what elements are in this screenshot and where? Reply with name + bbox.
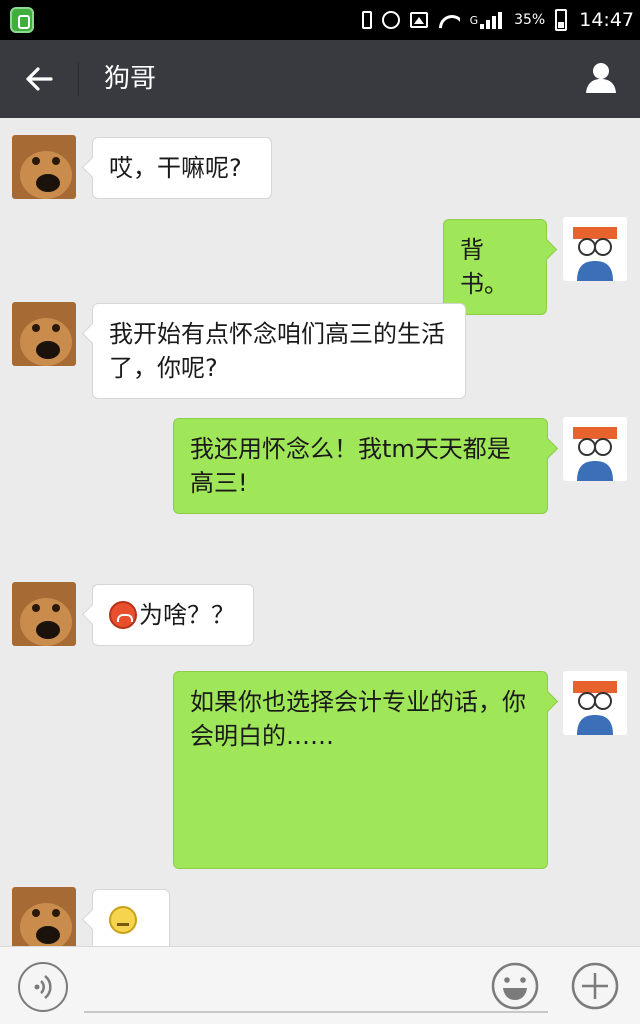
input-bar xyxy=(0,946,640,1024)
status-bar: G 35% 14:47 xyxy=(0,0,640,40)
chat-header: 狗哥 xyxy=(0,40,640,118)
image-icon xyxy=(409,12,428,28)
status-icons: G 35% 14:47 xyxy=(361,0,634,40)
app-shield-icon xyxy=(10,7,34,33)
back-button[interactable] xyxy=(0,40,78,118)
incoming-message[interactable]: 我开始有点怀念咱们高三的生活了，你呢? xyxy=(92,303,466,399)
vibrate-icon xyxy=(361,11,372,29)
contact-avatar[interactable] xyxy=(12,135,76,199)
contact-avatar[interactable] xyxy=(12,302,76,366)
message-text: 为啥？？ xyxy=(139,601,235,629)
header-divider xyxy=(78,62,79,96)
chat-title: 狗哥 xyxy=(104,64,157,94)
smiley-icon xyxy=(491,962,539,1010)
clock: 14:47 xyxy=(579,9,634,31)
contact-avatar[interactable] xyxy=(12,887,76,946)
outgoing-message[interactable]: 背书。 xyxy=(443,219,547,315)
message-list[interactable]: 哎，干嘛呢? 背书。 我开始有点怀念咱们高三的生活了，你呢? 我还用怀念么！我t… xyxy=(0,118,640,946)
sweat-face-icon xyxy=(109,906,137,934)
voice-button[interactable] xyxy=(18,962,68,1012)
voice-icon xyxy=(34,975,52,999)
user-avatar[interactable] xyxy=(563,217,627,281)
more-button[interactable] xyxy=(570,961,620,1011)
incoming-message[interactable]: 为啥？？ xyxy=(92,584,254,646)
user-avatar[interactable] xyxy=(563,417,627,481)
emoji-button[interactable] xyxy=(490,961,540,1011)
alarm-icon xyxy=(381,11,400,29)
person-icon xyxy=(586,63,616,93)
user-avatar[interactable] xyxy=(563,671,627,735)
profile-button[interactable] xyxy=(562,40,640,118)
incoming-message[interactable]: ... xyxy=(92,889,170,946)
network-label: G xyxy=(469,13,479,27)
outgoing-message[interactable]: 我还用怀念么！我tm天天都是高三! xyxy=(173,418,548,514)
outgoing-message[interactable]: 如果你也选择会计专业的话，你会明白的…… xyxy=(173,671,548,869)
incoming-message[interactable]: 哎，干嘛呢? xyxy=(92,137,272,199)
angry-face-icon xyxy=(109,601,137,629)
wifi-icon xyxy=(438,9,460,31)
plus-icon xyxy=(571,962,619,1010)
battery-percent: 35% xyxy=(514,12,546,28)
signal-icon xyxy=(480,11,504,29)
contact-avatar[interactable] xyxy=(12,582,76,646)
message-input[interactable] xyxy=(84,961,548,1013)
arrow-left-icon xyxy=(26,67,53,91)
battery-icon xyxy=(555,9,568,31)
